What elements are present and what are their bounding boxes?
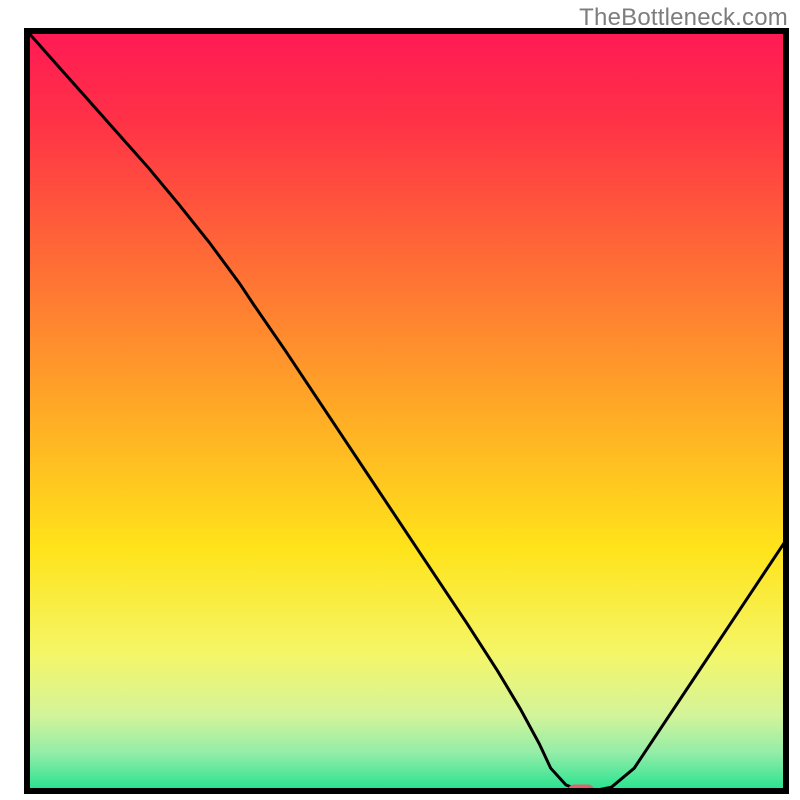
bottleneck-chart [0, 0, 800, 800]
gradient-background [27, 31, 786, 791]
watermark-text: TheBottleneck.com [579, 4, 788, 32]
chart-container: TheBottleneck.com [0, 0, 800, 800]
